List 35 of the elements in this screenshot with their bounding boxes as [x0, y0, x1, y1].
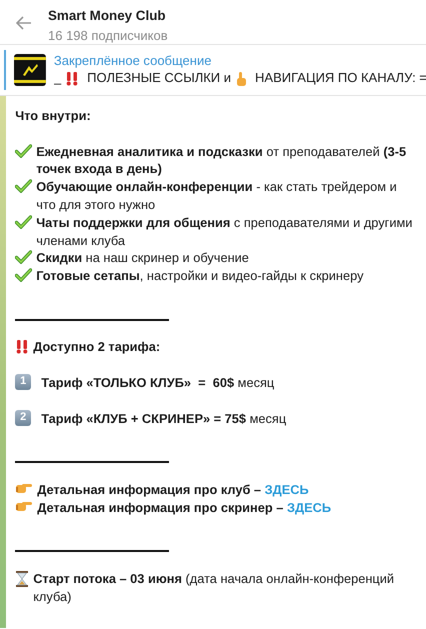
message-text: Ежедневная аналитика и подсказки от преподавателей (3-5 точек входа в день): [36, 142, 408, 178]
section-heading: Что внутри:: [15, 108, 91, 123]
message-text: Детальная информация про скринер – ЗДЕСЬ: [37, 498, 332, 516]
pointing-hand-icon: [15, 500, 34, 512]
link[interactable]: ЗДЕСЬ: [286, 500, 332, 515]
pinned-message-bar[interactable]: Закреплённое сообщение _ ПОЛЕЗНЫЕ ССЫЛКИ и НАВИГАЦИЯ ПО КАНАЛУ: =: [0, 45, 426, 96]
message-text: Детальная информация про клуб – ЗДЕСЬ: [37, 480, 310, 499]
number-key: 1: [15, 374, 32, 390]
pinned-preview-text: _: [54, 69, 62, 87]
message-text: Тариф «ТОЛЬКО КЛУБ» = 60$ месяц: [41, 374, 276, 392]
pinned-indicator: [4, 50, 6, 90]
message-text: Тариф «КЛУБ + СКРИНЕР» = 75$ месяц: [41, 410, 288, 428]
channel-logo: [14, 54, 46, 86]
exclamation-icon: [15, 339, 30, 354]
pinned-preview-text: НАВИГАЦИЯ ПО КАНАЛУ: =: [255, 69, 426, 87]
message-text: Старт потока – 03 июня (дата начала онлайн-конференций клуба): [33, 570, 396, 606]
message-text: Скидки на наш скринер и обучение: [36, 249, 250, 268]
number-key: 2: [15, 410, 32, 426]
pinned-label: Закреплённое сообщение: [54, 53, 212, 69]
pointing-hand-icon: [15, 482, 34, 494]
check-icon: [15, 144, 32, 158]
message-text: Готовые сетапы, настройки и видео-гайды к скринеру: [36, 267, 364, 285]
check-icon: [15, 214, 32, 229]
hourglass-icon: [15, 570, 30, 587]
message-text: Доступно 2 тарифа:: [33, 338, 162, 356]
subscriber-count: 16 198 подписчиков: [48, 28, 168, 44]
hand-icon: [235, 70, 248, 86]
check-icon: [15, 268, 32, 282]
link[interactable]: ЗДЕСЬ: [264, 482, 309, 497]
channel-title: Smart Money Club: [48, 8, 167, 24]
check-icon: [15, 250, 32, 264]
pinned-preview-text: ПОЛЕЗНЫЕ ССЫЛКИ и: [87, 69, 232, 87]
exclamation-icon: [65, 71, 80, 86]
check-icon: [15, 179, 32, 194]
back-arrow-icon[interactable]: [16, 16, 32, 30]
